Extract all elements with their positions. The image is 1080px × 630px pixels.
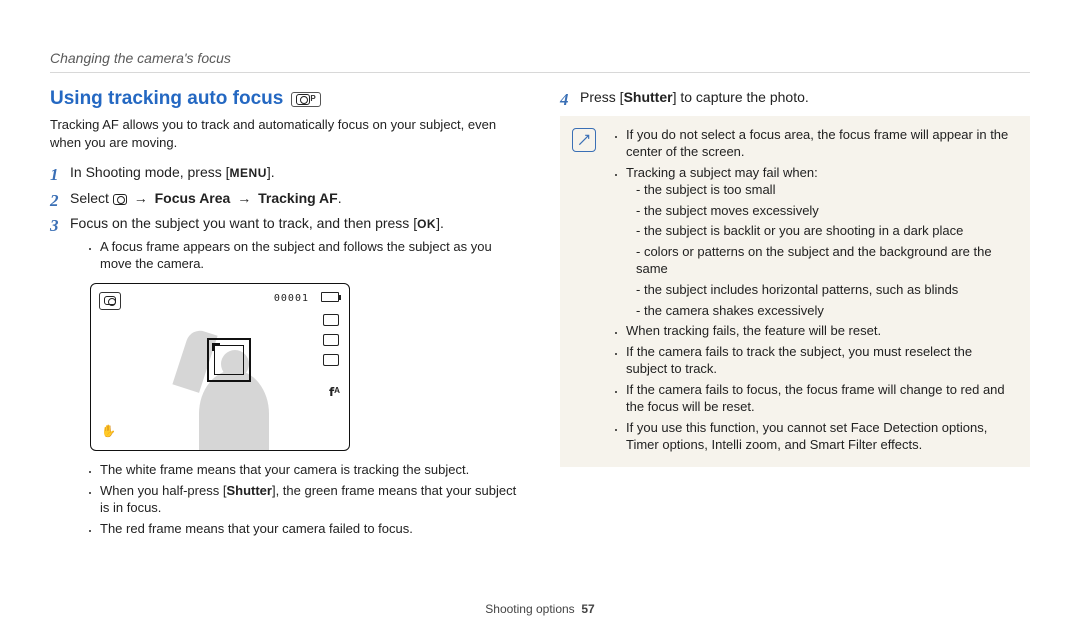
mode-icon (99, 292, 121, 310)
note-green-frame: When you half-press [Shutter], the green… (100, 482, 520, 517)
camera-mode-icon: P (291, 92, 320, 107)
step-1-text-a: In Shooting mode, press [ (70, 164, 230, 180)
note-2: Tracking a subject may fail when: the su… (626, 164, 1016, 319)
left-column: Using tracking auto focus P Tracking AF … (50, 88, 520, 547)
note-2-sub-5: the camera shakes excessively (636, 302, 1016, 320)
step-4-b: ] to capture the photo. (673, 89, 809, 105)
menu-button-label: MENU (230, 166, 267, 180)
footer-section: Shooting options (485, 602, 574, 616)
note-3: When tracking fails, the feature will be… (626, 322, 1016, 340)
note-6: If you use this function, you cannot set… (626, 419, 1016, 454)
note-1: If you do not select a focus area, the f… (626, 126, 1016, 161)
step-1: In Shooting mode, press [MENU]. (50, 163, 520, 183)
right-column: Press [Shutter] to capture the photo. If… (560, 88, 1030, 547)
step-list-right: Press [Shutter] to capture the photo. (560, 88, 1030, 108)
note-icon (572, 128, 596, 152)
metering-icon (323, 354, 339, 366)
step-list: In Shooting mode, press [MENU]. Select →… (50, 163, 520, 537)
note-2-sub-2: the subject is backlit or you are shooti… (636, 222, 1016, 240)
step-2: Select → Focus Area → Tracking AF. (50, 189, 520, 209)
note-white-frame: The white frame means that your camera i… (100, 461, 520, 479)
flash-icon: 𝗳ᴬ (329, 384, 340, 401)
resolution-icon (323, 314, 339, 326)
camera-icon (296, 94, 310, 105)
arrow-icon: → (127, 190, 155, 206)
step-3-text-a: Focus on the subject you want to track, … (70, 215, 417, 231)
arrow-icon: → (230, 190, 258, 206)
step-3: Focus on the subject you want to track, … (50, 214, 520, 537)
frame-color-notes: The white frame means that your camera i… (70, 461, 520, 537)
note-2-sub-0: the subject is too small (636, 181, 1016, 199)
note-2-lead: Tracking a subject may fail when: (626, 165, 818, 180)
page-number: 57 (581, 602, 594, 616)
note-2-sub-3: colors or patterns on the subject and th… (636, 243, 1016, 278)
breadcrumb: Changing the camera's focus (50, 50, 1030, 73)
tracking-af-label: Tracking AF (258, 190, 338, 206)
shutter-label: Shutter (624, 89, 673, 105)
note-4: If the camera fails to track the subject… (626, 343, 1016, 378)
battery-icon (321, 292, 339, 302)
camera-icon (113, 194, 127, 205)
camera-icon (104, 296, 116, 305)
note-2-sub-4: the subject includes horizontal patterns… (636, 281, 1016, 299)
step-2-end: . (338, 190, 342, 206)
note-box: If you do not select a focus area, the f… (560, 116, 1030, 467)
step-2-text-a: Select (70, 190, 113, 206)
note-2-sub-1: the subject moves excessively (636, 202, 1016, 220)
mode-letter: P (310, 94, 315, 105)
step-4-a: Press [ (580, 89, 624, 105)
section-heading: Using tracking auto focus P (50, 88, 520, 110)
step-4: Press [Shutter] to capture the photo. (560, 88, 1030, 108)
note-red-frame: The red frame means that your camera fai… (100, 520, 520, 538)
shutter-label: Shutter (226, 483, 272, 498)
focus-frame (207, 338, 251, 382)
step-3-text-b: ]. (436, 215, 444, 231)
heading-text: Using tracking auto focus (50, 88, 283, 110)
page-footer: Shooting options 57 (0, 602, 1080, 616)
lcd-illustration: 00001 𝗳ᴬ ✋ (90, 283, 350, 451)
quality-icon (323, 334, 339, 346)
focus-area-label: Focus Area (155, 190, 231, 206)
shot-counter: 00001 (274, 292, 309, 306)
shake-icon: ✋ (101, 423, 116, 440)
right-icon-stack (323, 314, 339, 366)
step-3-sub: A focus frame appears on the subject and… (100, 238, 520, 273)
intro-text: Tracking AF allows you to track and auto… (50, 116, 520, 151)
step-1-text-b: ]. (267, 164, 275, 180)
note-5: If the camera fails to focus, the focus … (626, 381, 1016, 416)
gf-a: When you half-press [ (100, 483, 226, 498)
ok-button-label: OK (417, 217, 436, 231)
